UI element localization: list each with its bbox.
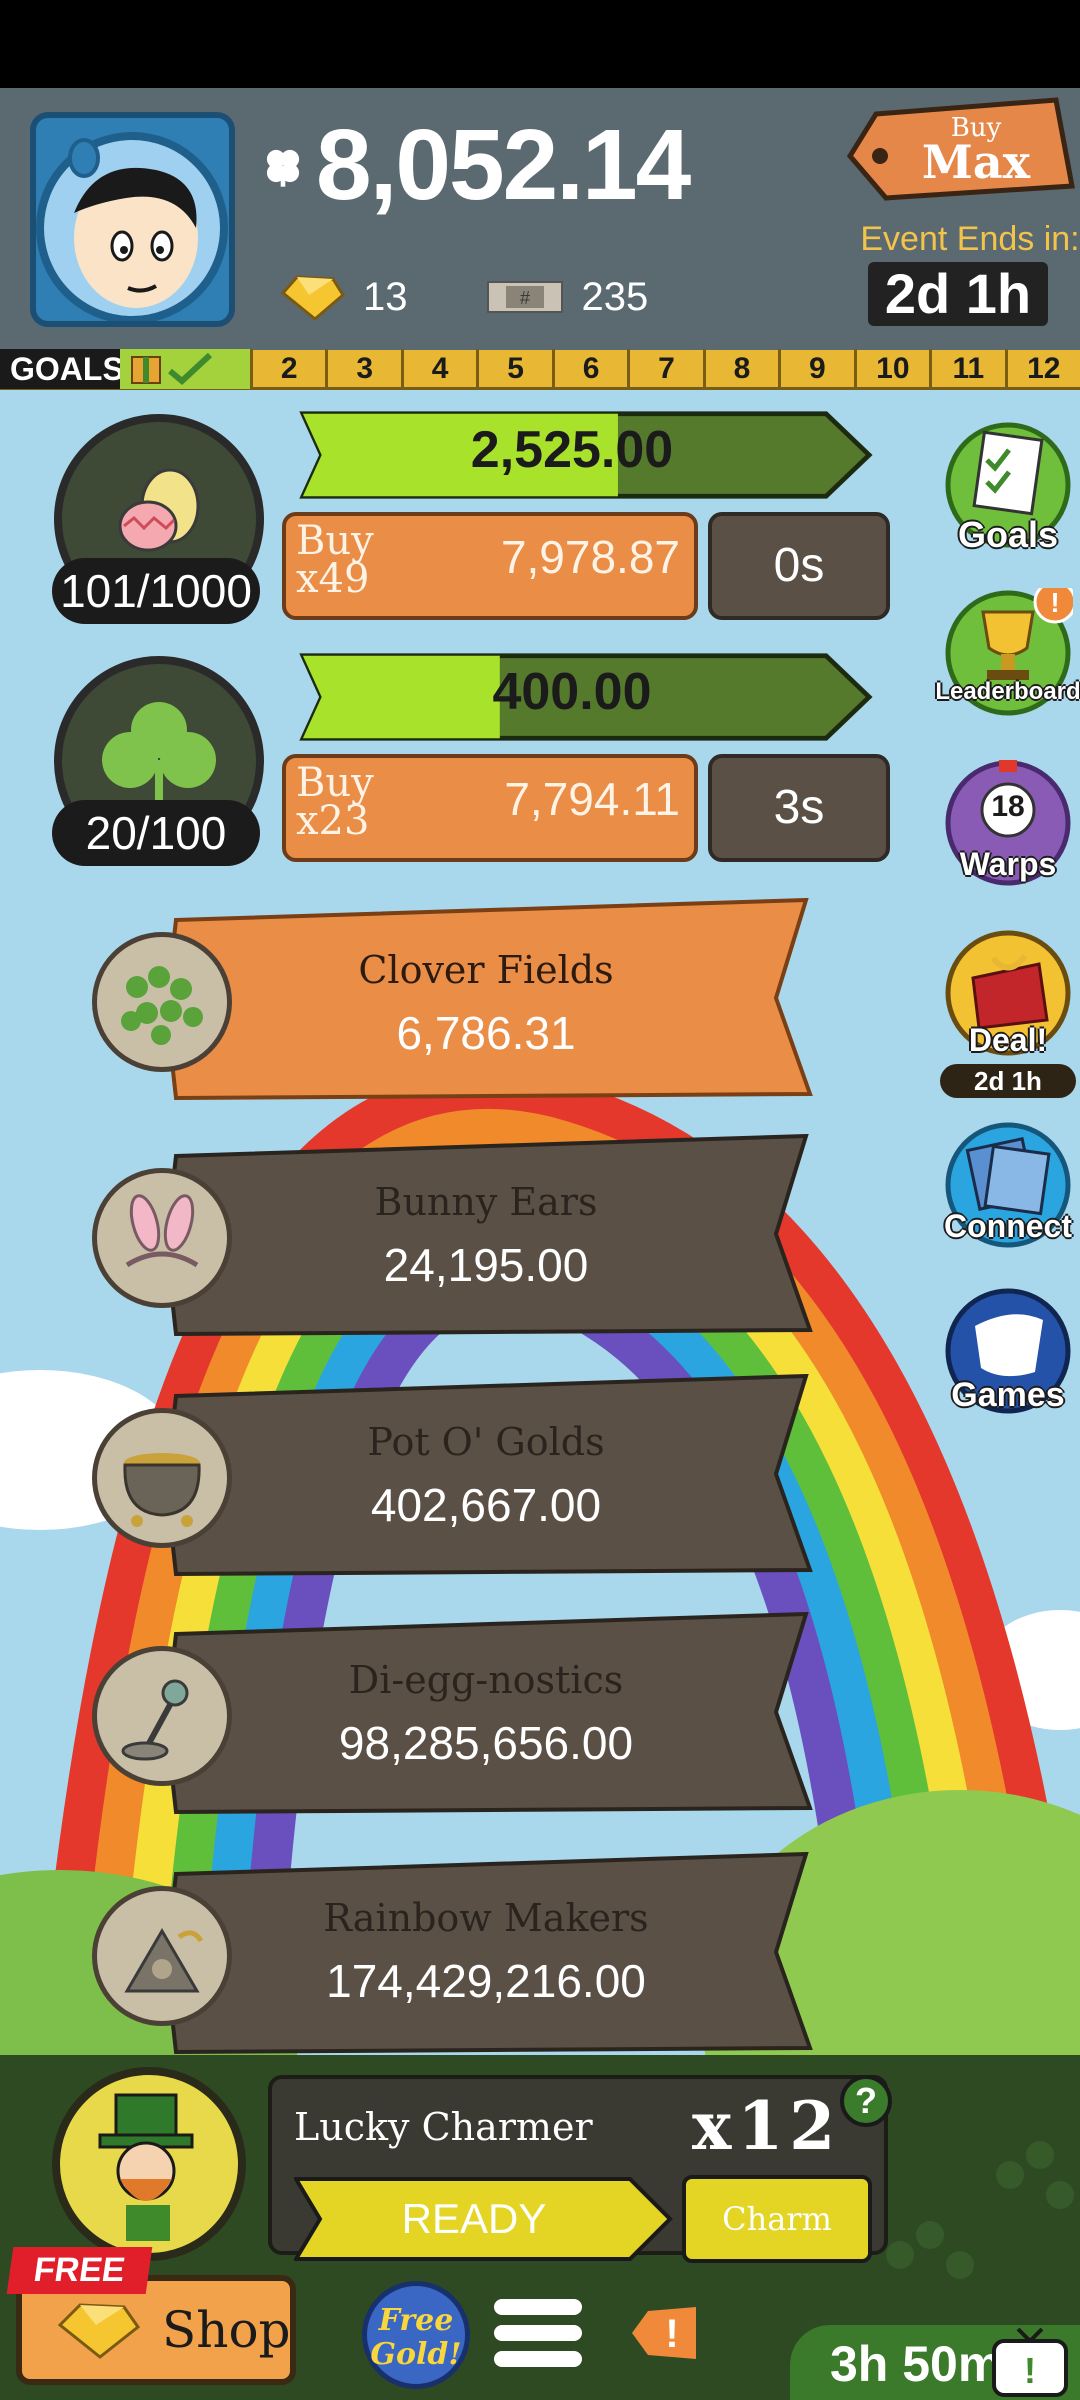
- manager-count: 101/1000: [52, 558, 260, 624]
- gold-gem-shop-icon: [57, 2303, 141, 2359]
- svg-text:!: !: [665, 2312, 678, 2356]
- goal-number: 11: [929, 348, 1004, 389]
- buy-cost: 7,978.87: [500, 531, 680, 583]
- progress-value: 400.00: [492, 663, 652, 721]
- goal-number: 6: [551, 348, 627, 389]
- connect-label: Connect: [944, 1208, 1072, 1244]
- goal-number: 8: [702, 348, 778, 389]
- timer-button[interactable]: 3s: [708, 754, 890, 862]
- free-tag: FREE: [6, 2247, 152, 2294]
- rainbow-machine-icon: [92, 1886, 232, 2026]
- warps-button[interactable]: 18 Warps: [938, 758, 1078, 908]
- banner-value: 402,667.00: [370, 1479, 602, 1531]
- shop-label: Shop: [162, 2301, 291, 2359]
- buy-quantity: x49: [296, 556, 370, 602]
- buy-cost: 7,794.11: [504, 773, 680, 825]
- goals-strip[interactable]: GOALS 2 3 4 5 6 7 8 9 10 11 12: [0, 348, 1080, 390]
- banner-value: 174,429,216.00: [326, 1955, 646, 2007]
- buy-quantity: x23: [296, 798, 370, 844]
- gem-count: 13: [363, 274, 408, 319]
- progress-value: 2,525.00: [470, 421, 674, 479]
- free-gold-line1: Free: [378, 2303, 454, 2338]
- goal-number: 5: [476, 348, 551, 389]
- banner-name: Di-egg-nostics: [348, 1658, 624, 1702]
- warps-label: Warps: [959, 846, 1057, 882]
- gold-gem-icon: [280, 275, 345, 321]
- free-gold-button[interactable]: Free Gold!: [362, 2281, 470, 2389]
- goal-number: 10: [853, 348, 929, 389]
- video-timer: 3h 50m: [830, 2336, 1003, 2392]
- hamburger-menu-icon[interactable]: [492, 2287, 584, 2379]
- banner-name: Rainbow Makers: [323, 1896, 649, 1940]
- goal-number: 3: [325, 348, 400, 389]
- goal-number: 2: [250, 348, 325, 389]
- event-label: Event Ends in:: [860, 220, 1080, 258]
- goal-number: 7: [627, 348, 702, 389]
- ticket-icon: #: [486, 281, 563, 313]
- lucky-charmer-title: Lucky Charmer: [294, 2105, 593, 2149]
- banner-name: Pot O' Golds: [367, 1420, 605, 1464]
- warps-count: 18: [991, 790, 1025, 823]
- tv-ad-icon: !: [992, 2327, 1068, 2397]
- deal-timer: 2d 1h: [940, 1064, 1076, 1098]
- games-button[interactable]: Games: [938, 1286, 1078, 1436]
- buy-max-button[interactable]: Buy Max: [846, 94, 1076, 204]
- goal-gift-check-icon: [131, 352, 213, 385]
- clover-icon: [266, 149, 300, 187]
- game-scene: 101/1000 2,525.00 Buy x49 7,978.87 0s 20/…: [0, 390, 1080, 2055]
- event-timer: 2d 1h: [868, 262, 1048, 326]
- avatar[interactable]: [30, 112, 235, 327]
- currency-amount: 8,052.14: [316, 109, 691, 221]
- timer-button[interactable]: 0s: [708, 512, 890, 620]
- leaderboard-button[interactable]: ! Leaderboard: [935, 588, 1080, 738]
- svg-text:!: !: [1050, 588, 1059, 618]
- leprechaun-icon: [98, 2093, 194, 2241]
- goals-side-button[interactable]: Goals: [938, 420, 1078, 570]
- buy-button[interactable]: Buy x23 7,794.11: [282, 754, 698, 862]
- banner-name: Bunny Ears: [374, 1180, 598, 1224]
- clover-field-icon: [92, 932, 232, 1072]
- deal-button[interactable]: Deal! 2d 1h: [938, 928, 1078, 1098]
- banner-value: 24,195.00: [383, 1239, 589, 1291]
- alert-notification-icon[interactable]: !: [630, 2301, 700, 2365]
- status-bar: [0, 0, 1080, 88]
- goal-number: 12: [1004, 348, 1080, 389]
- buy-max-bottom: Max: [922, 135, 1031, 189]
- goals-badge: [120, 348, 250, 389]
- bunny-ears-icon: [92, 1168, 232, 1308]
- manager-count: 20/100: [52, 800, 260, 866]
- connect-button[interactable]: Connect: [938, 1120, 1078, 1270]
- help-icon[interactable]: ?: [840, 2075, 892, 2127]
- banner-value: 6,786.31: [396, 1007, 576, 1059]
- pot-of-gold-icon: [92, 1408, 232, 1548]
- goal-number: 9: [778, 348, 853, 389]
- free-gold-line2: Gold!: [370, 2337, 462, 2372]
- header: 8,052.14 13 # 235 Buy Max Event Ends in:…: [0, 88, 1080, 350]
- buy-button[interactable]: Buy x49 7,978.87: [282, 512, 698, 620]
- goals-label: GOALS: [0, 348, 124, 389]
- goals-side-label: Goals: [957, 514, 1059, 555]
- svg-text:#: #: [519, 288, 529, 308]
- charm-button[interactable]: Charm: [682, 2175, 872, 2263]
- svg-text:!: !: [1024, 2350, 1036, 2391]
- ready-label: READY: [401, 2195, 547, 2242]
- charm-multiplier: x12: [692, 2087, 842, 2165]
- gem-row: 13 # 235: [275, 273, 648, 321]
- astronaut-avatar-icon: [36, 132, 228, 321]
- video-timer-tab[interactable]: 3h 50m !: [790, 2325, 1080, 2400]
- goal-number: 4: [400, 348, 476, 389]
- leaderboard-label: Leaderboard: [935, 678, 1080, 705]
- games-label: Games: [951, 1376, 1065, 1414]
- banner-name: Clover Fields: [358, 948, 614, 992]
- currency-display: 8,052.14: [260, 108, 691, 223]
- bottom-panel: Lucky Charmer x12 ? READY Charm Shop FRE…: [0, 2055, 1080, 2400]
- leprechaun-manager[interactable]: [52, 2067, 246, 2261]
- metal-detector-icon: [92, 1646, 232, 1786]
- manager-count-text: 20/100: [85, 807, 227, 859]
- ticket-count: 235: [581, 274, 649, 319]
- banner-value: 98,285,656.00: [338, 1717, 634, 1769]
- lucky-charmer-panel: Lucky Charmer x12 ? READY Charm: [268, 2075, 892, 2263]
- deal-label: Deal!: [968, 1022, 1048, 1058]
